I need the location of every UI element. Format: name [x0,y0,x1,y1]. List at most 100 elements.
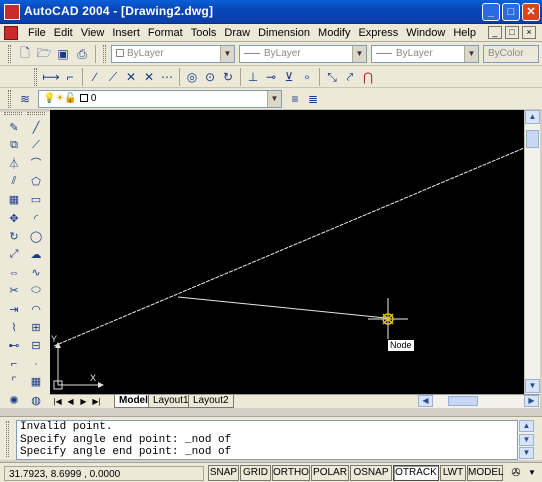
menu-edit[interactable]: Edit [50,26,77,40]
region-icon[interactable]: ◍ [27,391,45,409]
dimension-override-icon[interactable]: ⤤ [341,68,359,86]
new-icon[interactable]: 🗋 [16,45,34,63]
drawing-document-icon[interactable] [4,26,18,40]
construction-line-icon[interactable]: ⟋ [27,136,45,154]
dimension-text-edit-icon[interactable]: ∘ [298,68,316,86]
spline-icon[interactable]: ∿ [27,264,45,282]
polar-toggle[interactable]: POLAR [311,465,349,481]
menu-dimension[interactable]: Dimension [254,26,314,40]
join-icon[interactable]: ⊷ [5,336,23,354]
model-space-canvas[interactable]: X Y [50,110,524,394]
baseline-dimension-icon[interactable]: ⊥ [244,68,262,86]
trim-icon[interactable]: ✂ [5,282,23,300]
lwt-toggle[interactable]: LWT [440,465,466,481]
scroll-down-icon[interactable]: ▼ [519,447,534,459]
first-tab-icon[interactable]: |◀ [52,396,63,407]
point-icon[interactable]: · [27,355,45,373]
continue-dimension-icon[interactable]: ⊸ [262,68,280,86]
dimension-radius-icon[interactable]: ∕ [86,68,104,86]
dimension-edit-icon[interactable]: ⊙ [201,68,219,86]
scroll-up-icon[interactable]: ▲ [519,420,534,432]
hatch-icon[interactable]: ▦ [27,373,45,391]
array-icon[interactable]: ▦ [5,191,23,209]
vertical-scroll-thumb[interactable] [526,130,539,148]
command-history[interactable]: Invalid point. Specify angle end point: … [16,420,518,460]
grid-toggle[interactable]: GRID [240,465,271,481]
open-icon[interactable]: 🗁 [35,45,53,63]
make-block-icon[interactable]: ⊟ [27,336,45,354]
line-icon[interactable]: ╱ [27,118,45,136]
drawing-area[interactable]: X Y Node [50,110,524,394]
toolbar-grip[interactable] [103,45,106,63]
lineweight-combo[interactable]: ByLayer ▼ [371,45,479,63]
chevron-down-icon[interactable]: ▼ [220,46,234,62]
menu-window[interactable]: Window [402,26,449,40]
plotstyle-combo[interactable]: ByColor [483,45,539,63]
menu-draw[interactable]: Draw [220,26,254,40]
toolbar-grip[interactable] [34,68,37,86]
scroll-track-icon[interactable]: ▼ [519,434,534,446]
extend-icon[interactable]: ⇥ [5,300,23,318]
minimize-button[interactable]: _ [482,3,500,21]
linetype-combo[interactable]: ByLayer ▼ [239,45,367,63]
drawn-line[interactable] [53,147,524,347]
rotate-icon[interactable]: ↻ [5,227,23,245]
revision-cloud-icon[interactable]: ☁ [27,245,45,263]
ortho-toggle[interactable]: ORTHO [272,465,310,481]
center-mark-icon[interactable]: ⋯ [158,68,176,86]
make-object-layer-current-icon[interactable]: ≡ [286,90,304,108]
menu-format[interactable]: Format [144,26,187,40]
dimension-update-icon[interactable]: ↻ [219,68,237,86]
dimension-aligned-icon[interactable]: ⌐ [61,68,79,86]
color-combo[interactable]: ByLayer ▼ [111,45,235,63]
previous-tab-icon[interactable]: ◀ [65,396,76,407]
modify-toolbar-grip[interactable] [4,112,22,115]
save-icon[interactable]: ▣ [54,45,72,63]
circle-icon[interactable]: ◯ [27,227,45,245]
ellipse-icon[interactable]: ⬭ [27,282,45,300]
communication-center-icon[interactable]: ✇ [508,465,524,481]
command-scrollbar[interactable]: ▲ ▼ ▼ [518,420,534,460]
menu-insert[interactable]: Insert [108,26,144,40]
maximize-button[interactable]: □ [502,3,520,21]
horizontal-scrollbar[interactable]: ◀ ▶ [418,395,540,408]
tab-layout1[interactable]: Layout1 [148,395,194,408]
osnap-toggle[interactable]: OSNAP [350,465,392,481]
quick-leader-icon[interactable]: ✕ [140,68,158,86]
layer-properties-icon[interactable]: ≋ [16,90,34,108]
print-icon[interactable]: ⎙ [73,45,91,63]
last-tab-icon[interactable]: ▶| [91,396,102,407]
ellipse-arc-icon[interactable]: ◠ [27,300,45,318]
vertical-scrollbar[interactable]: ▲ ▼ [524,110,540,394]
coordinate-display[interactable]: 31.7923, 8.6999 , 0.0000 [4,466,204,481]
autocad-app-icon[interactable] [4,4,20,20]
menu-express[interactable]: Express [354,26,402,40]
menu-file[interactable]: File [24,26,50,40]
rectangle-icon[interactable]: ▭ [27,191,45,209]
scale-icon[interactable]: ⤢ [5,245,23,263]
menu-view[interactable]: View [77,26,109,40]
move-icon[interactable]: ✥ [5,209,23,227]
fillet-icon[interactable]: ⌜ [5,373,23,391]
arc-icon[interactable]: ◜ [27,209,45,227]
scroll-right-icon[interactable]: ▶ [524,395,539,407]
copy-icon[interactable]: ⧉ [5,136,23,154]
layer-previous-icon[interactable]: ≣ [304,90,322,108]
doc-minimize-button[interactable]: _ [488,26,502,39]
scroll-left-icon[interactable]: ◀ [418,395,433,407]
model-toggle[interactable]: MODEL [467,465,504,481]
draw-toolbar-grip[interactable] [27,112,45,115]
ordinate-dimension-icon[interactable]: ⊻ [280,68,298,86]
chamfer-icon[interactable]: ⌐ [5,355,23,373]
dimension-angular-icon[interactable]: ✕ [122,68,140,86]
chevron-down-icon[interactable]: ▼ [352,46,366,62]
status-menu-icon[interactable]: ▼ [524,465,540,481]
otrack-toggle[interactable]: OTRACK [393,465,439,481]
mirror-icon[interactable]: ⏃ [5,154,23,172]
doc-close-button[interactable]: × [522,26,536,39]
close-button[interactable]: ✕ [522,3,540,21]
break-icon[interactable]: ⌇ [5,318,23,336]
erase-icon[interactable]: ✎ [5,118,23,136]
menu-modify[interactable]: Modify [314,26,354,40]
horizontal-scroll-thumb[interactable] [448,396,478,406]
